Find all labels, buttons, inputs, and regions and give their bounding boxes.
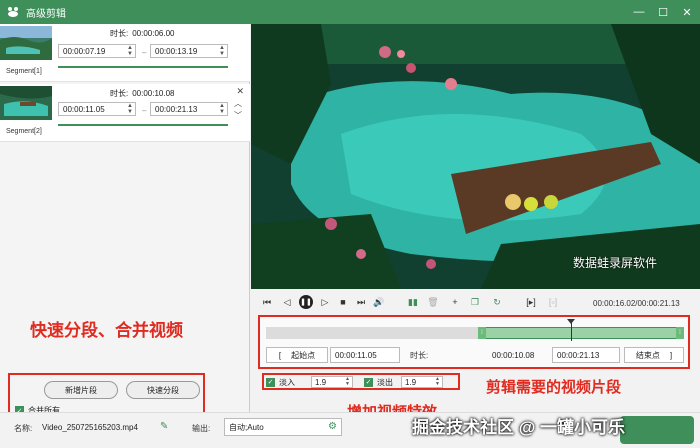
timeline-selection[interactable] [478,327,684,339]
copy-icon[interactable]: ❐ [469,296,481,308]
output-label: 输出: [192,424,211,433]
output-select[interactable]: 自动;Auto ⚙ [224,418,342,436]
duration-value: 00:00:10.08 [492,350,535,360]
annotation-right: 剪辑需要的视频片段 [486,379,622,396]
fade-out-control[interactable]: ✓ 淡出 1.9 ▲ ▼ [364,376,443,388]
video-watermark: 数据蛙录屏软件 [573,256,658,270]
segment-label: Segment[2] [6,128,42,135]
window-title: 高级剪辑 [26,8,66,20]
skip-start-icon[interactable]: ⏮ [261,296,273,308]
step-forward-icon[interactable]: ▷ [319,296,331,308]
start-point-button[interactable]: [起始点 [266,347,328,363]
fade-controls: ✓ 淡入 1.9 ▲ ▼ ✓ 淡出 1.9 ▲ ▼ [262,373,460,390]
bracket-left-icon: [ [278,350,282,360]
chevron-up-icon[interactable]: ︿ [234,98,242,109]
mark-out-icon[interactable]: [▫] [547,296,559,308]
app-logo-icon [6,5,20,19]
maximize-button[interactable]: ☐ [656,5,670,19]
title-bar: 高级剪辑 — ☐ ✕ [0,0,700,24]
playhead [571,319,572,341]
close-button[interactable]: ✕ [680,5,694,19]
close-icon[interactable]: ✕ [236,86,244,97]
timeline-editor: ⁞ ⁞ [起始点 00:00:11.05 时长: 00:00:10.08 00:… [258,315,690,369]
segment-panel: Segment[1] 时长: 00:00:06.00 00:00:07.19 ▲ ▼ … [0,24,250,420]
segment-progress [58,124,228,126]
add-segment-button[interactable]: 新增片段 [44,381,118,399]
segment-thumbnail [0,86,52,120]
gear-icon[interactable]: ⚙ [328,421,337,432]
edit-icon[interactable]: ✎ [160,421,168,432]
bracket-right-icon: ] [669,350,673,360]
video-preview[interactable] [251,24,700,289]
fade-out-input[interactable]: 1.9 ▲ ▼ [401,376,443,388]
playback-timecode: 00:00:16.02/00:00:21.13 [593,299,680,308]
segment-start-field[interactable]: 00:00:07.19 ▲ ▼ [58,44,136,58]
segment-duration: 时长: 00:00:10.08 [110,89,175,98]
duration-label: 时长: [410,351,429,360]
segment-label: Segment[1] [6,68,42,75]
segment-end-field[interactable]: 00:00:21.13 ▲ ▼ [150,102,228,116]
selection-end-handle[interactable]: ⁞ [676,327,684,339]
range-separator: – [142,48,147,57]
stop-icon[interactable]: ■ [337,296,349,308]
selection-start-handle[interactable]: ⁞ [478,327,486,339]
end-time-field[interactable]: 00:00:21.13 [552,347,620,363]
end-point-button[interactable]: 结束点] [624,347,684,363]
community-watermark: 掘金技术社区 @ 一罐小可乐 [412,418,626,437]
check-icon: ✓ [266,377,275,387]
pause-icon[interactable]: ❚❚ [299,295,313,309]
fade-in-input[interactable]: 1.9 ▲ ▼ [311,376,353,388]
annotation-left: 快速分段、合并视频 [30,321,183,340]
quick-split-button[interactable]: 快速分段 [126,381,200,399]
segment-duration: 时长: 00:00:06.00 [110,29,175,38]
start-time-field[interactable]: 00:00:11.05 [330,347,400,363]
range-separator: – [142,106,147,115]
segment-item[interactable]: Segment[1] 时长: 00:00:06.00 00:00:07.19 ▲ ▼ … [0,24,250,82]
segment-start-field[interactable]: 00:00:11.05 ▲ ▼ [58,102,136,116]
skip-end-icon[interactable]: ⏭ [355,296,367,308]
segment-item[interactable]: Segment[2] 时长: 00:00:10.08 00:00:11.05 ▲ ▼ … [0,84,250,142]
split-icon[interactable]: ▮▮ [407,296,419,308]
step-back-icon[interactable]: ◁ [281,296,293,308]
file-name: Video_250725165203.mp4 [42,423,138,432]
name-label: 名称: [14,424,33,433]
minimize-button[interactable]: — [632,5,646,19]
add-icon[interactable]: + [449,296,461,308]
volume-icon[interactable]: 🔊 [373,296,385,308]
check-icon: ✓ [364,377,373,387]
mark-in-icon[interactable]: [▸] [525,296,537,308]
segment-end-field[interactable]: 00:00:13.19 ▲ ▼ [150,44,228,58]
segment-progress [58,66,228,68]
reset-icon[interactable]: ↻ [491,296,503,308]
export-button[interactable] [620,416,694,444]
chevron-down-icon[interactable]: ﹀ [234,110,242,121]
fade-in-control[interactable]: ✓ 淡入 1.9 ▲ ▼ [266,376,353,388]
delete-icon[interactable]: 🗑 [427,296,439,308]
segment-thumbnail [0,26,52,60]
